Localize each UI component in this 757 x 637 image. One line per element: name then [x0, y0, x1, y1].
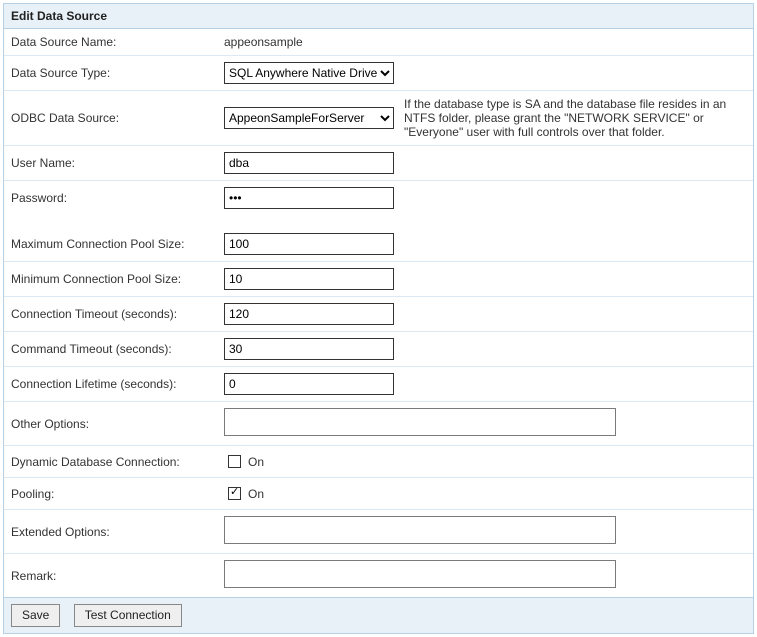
label-remark: Remark:: [4, 554, 217, 598]
label-user-name: User Name:: [4, 146, 217, 181]
select-odbc-data-source[interactable]: AppeonSampleForServer: [224, 107, 394, 129]
input-user-name[interactable]: [224, 152, 394, 174]
input-cmd-timeout[interactable]: [224, 338, 394, 360]
input-conn-lifetime[interactable]: [224, 373, 394, 395]
input-max-pool[interactable]: [224, 233, 394, 255]
label-data-source-type: Data Source Type:: [4, 56, 217, 91]
footer-bar: Save Test Connection: [4, 597, 753, 633]
label-other-options: Other Options:: [4, 402, 217, 446]
textarea-remark[interactable]: [224, 560, 616, 588]
label-cmd-timeout: Command Timeout (seconds):: [4, 332, 217, 367]
panel-title: Edit Data Source: [4, 4, 753, 29]
spacer-table-1: [4, 215, 753, 227]
checkbox-pooling-label: On: [248, 487, 264, 501]
value-data-source-name: appeonsample: [224, 35, 303, 49]
label-data-source-name: Data Source Name:: [4, 29, 217, 56]
save-button[interactable]: Save: [11, 604, 60, 627]
select-data-source-type[interactable]: SQL Anywhere Native Driver: [224, 62, 394, 84]
mid-form-table: Maximum Connection Pool Size: Minimum Co…: [4, 227, 753, 597]
label-password: Password:: [4, 181, 217, 216]
checkbox-pooling[interactable]: [228, 487, 241, 500]
checkbox-dynamic-db[interactable]: [228, 455, 241, 468]
label-odbc-data-source: ODBC Data Source:: [4, 91, 217, 146]
label-conn-timeout: Connection Timeout (seconds):: [4, 297, 217, 332]
test-connection-button[interactable]: Test Connection: [74, 604, 182, 627]
label-extended-options: Extended Options:: [4, 510, 217, 554]
label-dynamic-db: Dynamic Database Connection:: [4, 446, 217, 478]
label-min-pool: Minimum Connection Pool Size:: [4, 262, 217, 297]
label-conn-lifetime: Connection Lifetime (seconds):: [4, 367, 217, 402]
label-pooling: Pooling:: [4, 478, 217, 510]
textarea-other-options[interactable]: [224, 408, 616, 436]
note-odbc: If the database type is SA and the datab…: [397, 91, 753, 146]
textarea-extended-options[interactable]: [224, 516, 616, 544]
label-max-pool: Maximum Connection Pool Size:: [4, 227, 217, 262]
input-min-pool[interactable]: [224, 268, 394, 290]
checkbox-dynamic-db-label: On: [248, 455, 264, 469]
top-form-table: Data Source Name: appeonsample Data Sour…: [4, 29, 753, 215]
input-conn-timeout[interactable]: [224, 303, 394, 325]
input-password[interactable]: [224, 187, 394, 209]
